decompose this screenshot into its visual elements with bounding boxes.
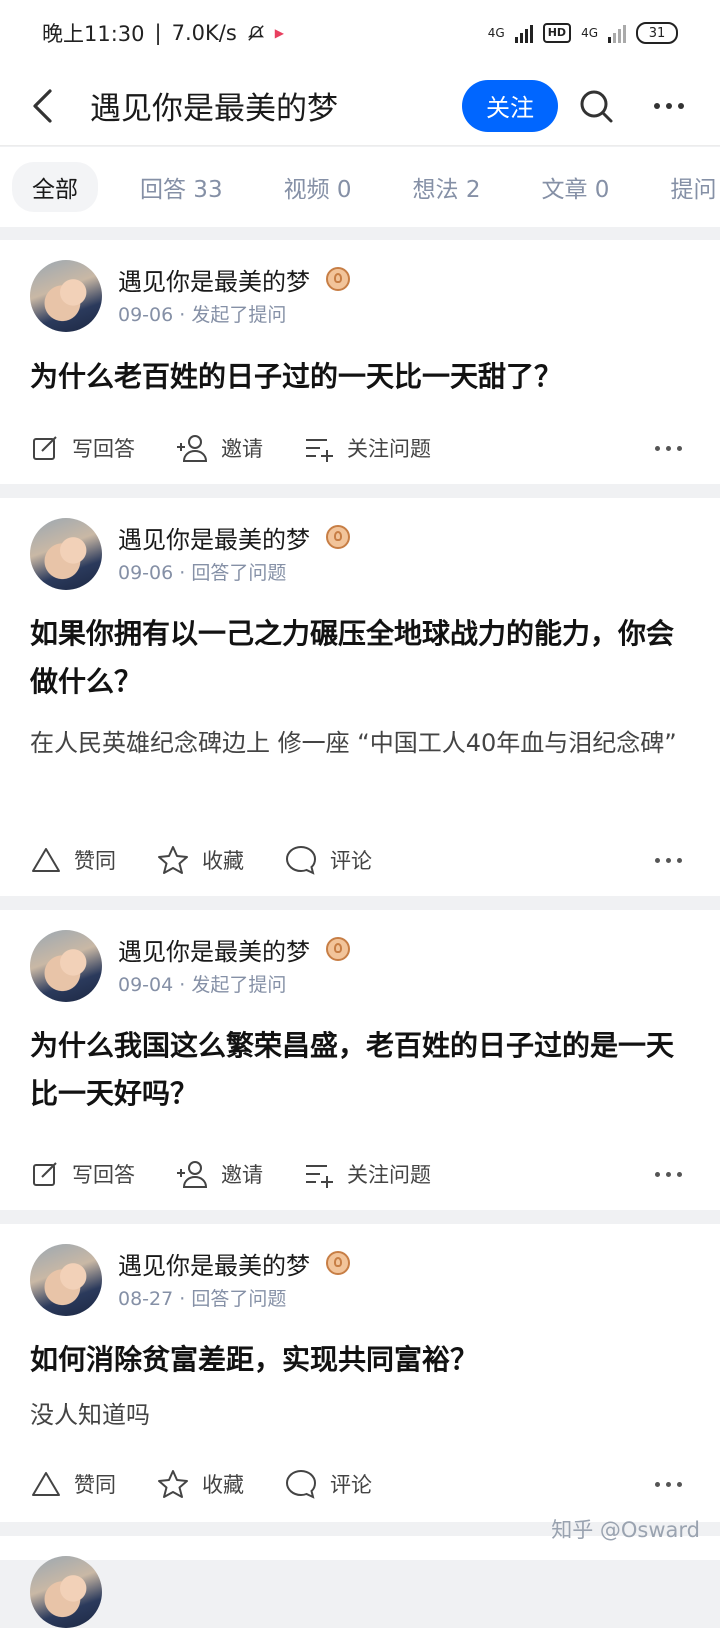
- question-title[interactable]: 为什么老百姓的日子过的一天比一天甜了？: [30, 353, 690, 401]
- question-title[interactable]: 如何消除贫富差距，实现共同富裕？: [30, 1336, 690, 1384]
- network-speed: 7.0K/s: [171, 21, 237, 45]
- tab-answers[interactable]: 回答 33: [140, 170, 223, 204]
- star-icon: [158, 1470, 188, 1498]
- hd-badge: HD: [542, 23, 572, 43]
- activity-meta: 09-06 · 发起了提问: [118, 304, 287, 326]
- answer-excerpt[interactable]: 没人知道吗: [30, 1392, 680, 1438]
- signal-icon: [514, 23, 533, 43]
- edit-icon: [33, 1162, 57, 1186]
- activity-meta: 09-04 · 发起了提问: [118, 974, 287, 996]
- status-bar: 晚上11:30 | 7.0K/s ▶ 4G HD 4G 31: [0, 0, 720, 66]
- comment-button[interactable]: 评论: [284, 1468, 372, 1500]
- tab-articles[interactable]: 文章 0: [541, 170, 609, 204]
- follow-question-button[interactable]: 关注问题: [303, 433, 431, 463]
- back-arrow-icon: [33, 88, 52, 123]
- avatar[interactable]: [30, 1556, 102, 1628]
- write-answer-button[interactable]: 写回答: [30, 1159, 135, 1189]
- author-name[interactable]: 遇见你是最美的梦: [118, 262, 310, 297]
- invite-button[interactable]: 邀请: [175, 433, 263, 463]
- more-options-icon[interactable]: [654, 100, 690, 112]
- signal-icon-2: [608, 23, 626, 43]
- feed-card[interactable]: 遇见你是最美的梦 09-06 · 回答了问题 如果你拥有以一己之力碾压全地球战力…: [0, 498, 720, 896]
- more-icon[interactable]: [655, 1481, 682, 1487]
- edit-icon: [33, 436, 57, 460]
- upvote-triangle-icon: [32, 1472, 60, 1496]
- status-time: 晚上11:30: [42, 22, 145, 46]
- search-icon[interactable]: [578, 88, 614, 124]
- feed-card[interactable]: 遇见你是最美的梦 08-27 · 回答了问题 如何消除贫富差距，实现共同富裕？ …: [0, 1224, 720, 1522]
- upvote-triangle-icon: [32, 848, 60, 872]
- feed-card[interactable]: 遇见你是最美的梦 09-06 · 发起了提问 为什么老百姓的日子过的一天比一天甜…: [0, 240, 720, 484]
- user-level-badge-icon: [326, 1251, 350, 1275]
- page-title: 遇见你是最美的梦: [90, 91, 338, 127]
- answer-excerpt[interactable]: 在人民英雄纪念碑边上 修一座 “中国工人40年血与泪纪念碑”: [30, 720, 680, 766]
- watermark: 知乎 @Osward: [551, 1518, 700, 1542]
- tab-questions[interactable]: 提问 2: [670, 170, 720, 204]
- user-level-badge-icon: [326, 937, 350, 961]
- avatar[interactable]: [30, 1244, 102, 1316]
- author-name[interactable]: 遇见你是最美的梦: [118, 520, 310, 555]
- avatar[interactable]: [30, 518, 102, 590]
- avatar[interactable]: [30, 260, 102, 332]
- profile-tabs: 全部 回答 33 视频 0 想法 2 文章 0 提问 2: [0, 147, 720, 227]
- comment-icon: [285, 1469, 317, 1499]
- author-name[interactable]: 遇见你是最美的梦: [118, 932, 310, 967]
- upvote-button[interactable]: 赞同: [30, 1469, 116, 1499]
- comment-button[interactable]: 评论: [284, 844, 372, 876]
- upvote-button[interactable]: 赞同: [30, 845, 116, 875]
- network-4g-label-2: 4G: [581, 26, 598, 40]
- star-icon: [158, 846, 188, 874]
- activity-meta: 09-06 · 回答了问题: [118, 562, 287, 584]
- feed-card[interactable]: 遇见你是最美的梦 09-04 · 发起了提问 为什么我国这么繁荣昌盛，老百姓的日…: [0, 910, 720, 1210]
- author-name[interactable]: 遇见你是最美的梦: [118, 1246, 310, 1281]
- tab-videos[interactable]: 视频 0: [284, 170, 352, 204]
- follow-button[interactable]: 关注: [462, 79, 558, 132]
- tab-thoughts[interactable]: 想法 2: [413, 170, 481, 204]
- favorite-button[interactable]: 收藏: [156, 844, 244, 876]
- invite-button[interactable]: 邀请: [175, 1159, 263, 1189]
- question-title[interactable]: 如果你拥有以一己之力碾压全地球战力的能力，你会做什么？: [30, 610, 690, 706]
- user-level-badge-icon: [326, 267, 350, 291]
- comment-icon: [285, 845, 317, 875]
- more-icon[interactable]: [655, 857, 682, 863]
- tab-all[interactable]: 全部: [12, 162, 98, 212]
- more-icon[interactable]: [655, 1171, 682, 1177]
- top-bar: 遇见你是最美的梦 关注: [0, 66, 720, 146]
- media-play-icon: ▶: [274, 26, 285, 40]
- add-person-icon: [177, 435, 208, 462]
- network-4g-label: 4G: [487, 26, 505, 40]
- add-person-icon: [177, 1161, 208, 1188]
- back-button[interactable]: [30, 86, 70, 126]
- mute-bell-icon: [247, 25, 264, 41]
- add-list-icon: [306, 1165, 333, 1188]
- add-list-icon: [306, 439, 333, 462]
- write-answer-button[interactable]: 写回答: [30, 433, 135, 463]
- more-icon[interactable]: [655, 445, 682, 451]
- user-level-badge-icon: [326, 525, 350, 549]
- question-title[interactable]: 为什么我国这么繁荣昌盛，老百姓的日子过的是一天比一天好吗？: [30, 1022, 690, 1118]
- activity-meta: 08-27 · 回答了问题: [118, 1288, 287, 1310]
- avatar[interactable]: [30, 930, 102, 1002]
- battery-icon: 31: [636, 22, 678, 44]
- favorite-button[interactable]: 收藏: [156, 1468, 244, 1500]
- follow-question-button[interactable]: 关注问题: [303, 1159, 431, 1189]
